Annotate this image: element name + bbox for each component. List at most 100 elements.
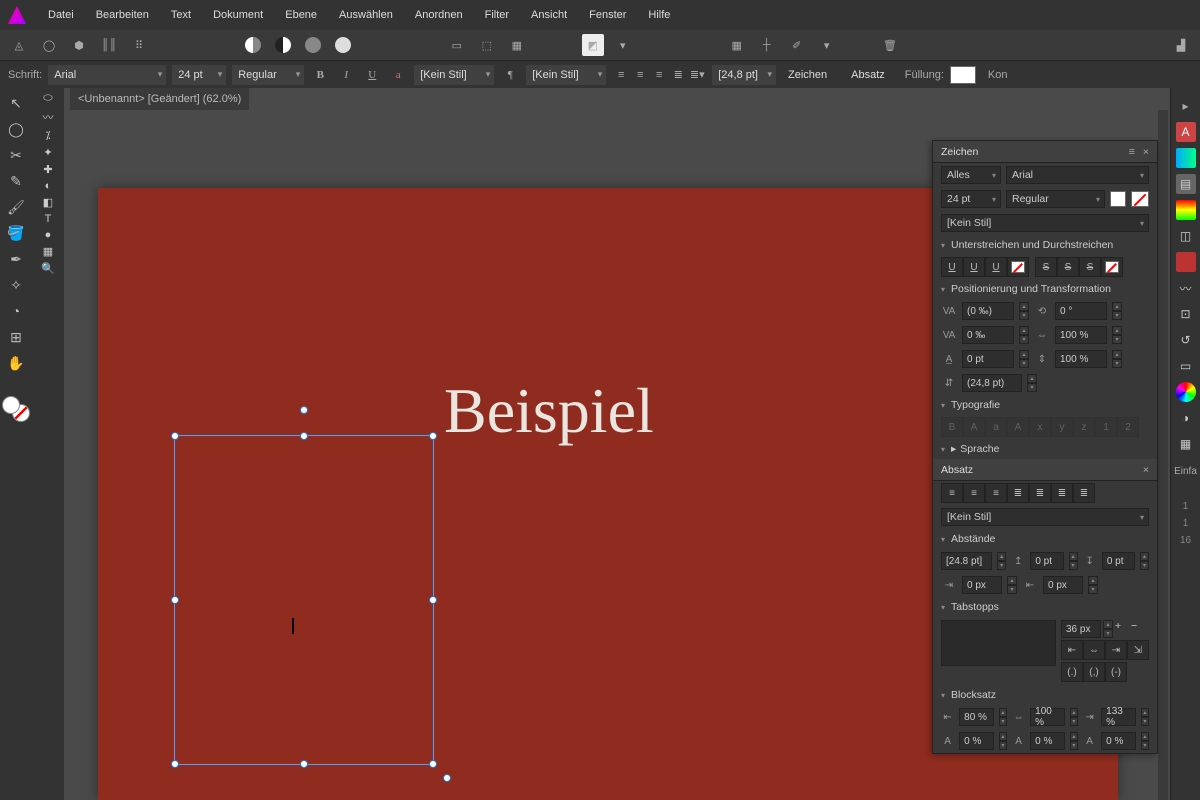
studio-tab-icon[interactable]: ▸ bbox=[1176, 96, 1196, 116]
para-justify-left[interactable]: ≣ bbox=[1007, 483, 1029, 503]
para-leading-field[interactable]: [24.8 pt] bbox=[941, 552, 992, 570]
baseline-spinner[interactable]: ▴▾ bbox=[1019, 350, 1029, 368]
menu-anordnen[interactable]: Anordnen bbox=[415, 9, 463, 21]
persona-develop-icon[interactable]: ⬢ bbox=[68, 34, 90, 56]
align-center-button[interactable]: ≡ bbox=[631, 67, 649, 83]
absatz-close-icon[interactable]: × bbox=[1143, 464, 1149, 476]
grid-tool[interactable]: ▦ bbox=[43, 245, 53, 258]
canvas-area[interactable]: <Unbenannt> [Geändert] (62.0%) × Beispie… bbox=[64, 88, 1200, 800]
para-style-dropdown[interactable]: [Kein Stil] bbox=[526, 65, 606, 85]
guides-icon[interactable]: ┼ bbox=[756, 34, 778, 56]
absatz-panel-header[interactable]: Absatz × bbox=[933, 459, 1157, 481]
healing-tool[interactable]: ✚ bbox=[43, 163, 52, 176]
menu-filter[interactable]: Filter bbox=[485, 9, 509, 21]
char-style-icon[interactable]: a bbox=[388, 65, 408, 85]
para-align-left[interactable]: ≡ bbox=[941, 483, 963, 503]
persona-export-icon[interactable]: ⠿ bbox=[128, 34, 150, 56]
persona-liquify-icon[interactable]: ◯ bbox=[38, 34, 60, 56]
font-weight-dropdown[interactable]: Regular bbox=[232, 65, 304, 85]
bold-button[interactable]: B bbox=[310, 65, 330, 85]
crop-icon[interactable]: ◩ bbox=[582, 34, 604, 56]
panel-size-dropdown[interactable]: 24 pt bbox=[941, 190, 1001, 208]
swatches-studio-icon[interactable] bbox=[1176, 148, 1196, 168]
document-tab[interactable]: <Unbenannt> [Geändert] (62.0%) bbox=[70, 88, 249, 110]
persona-photo-icon[interactable]: ◬ bbox=[8, 34, 30, 56]
selection-brush-tool[interactable]: 〰 bbox=[43, 109, 54, 125]
menu-datei[interactable]: Datei bbox=[48, 9, 74, 21]
color-studio-icon[interactable]: A bbox=[1176, 122, 1196, 142]
zeichen-panel-link[interactable]: Zeichen bbox=[788, 69, 827, 81]
align-justify-button[interactable]: ≣ bbox=[669, 67, 687, 83]
indent-left-field[interactable]: 0 px bbox=[962, 576, 1002, 594]
underline-double-button[interactable]: U bbox=[963, 257, 985, 277]
space-before-field[interactable]: 0 pt bbox=[1030, 552, 1063, 570]
move-tool[interactable]: ↖ bbox=[4, 92, 28, 114]
kerning-spinner[interactable]: ▴▾ bbox=[1019, 302, 1029, 320]
para-align-center[interactable]: ≡ bbox=[963, 483, 985, 503]
mesh-tool[interactable]: ⊞ bbox=[4, 326, 28, 348]
crop-tool[interactable]: ✂ bbox=[4, 144, 28, 166]
color-wells[interactable] bbox=[2, 396, 30, 422]
panel-toggle-icon[interactable]: ▟ bbox=[1170, 34, 1192, 56]
zeichen-panel-header[interactable]: Zeichen ≡× bbox=[933, 141, 1157, 163]
resize-handle-ml[interactable] bbox=[171, 596, 179, 604]
hscale-field[interactable]: 100 % bbox=[1055, 326, 1107, 344]
trash-icon[interactable]: 🗑 bbox=[879, 34, 901, 56]
para-justify-right[interactable]: ≣ bbox=[1051, 483, 1073, 503]
hscale-spinner[interactable]: ▴▾ bbox=[1112, 326, 1122, 344]
styles-studio-icon[interactable]: 〰 bbox=[1176, 278, 1196, 298]
position-section[interactable]: Positionierung und Transformation bbox=[933, 279, 1157, 299]
font-category-dropdown[interactable]: Alles bbox=[941, 166, 1001, 184]
dropdown-caret-icon[interactable]: ▾ bbox=[816, 34, 838, 56]
dropdown-caret-icon[interactable]: ▾ bbox=[612, 34, 634, 56]
overflow-handle[interactable] bbox=[443, 774, 451, 782]
para-style-dropdown[interactable]: [Kein Stil] bbox=[941, 508, 1149, 526]
strike-style-button[interactable]: S bbox=[1079, 257, 1101, 277]
resize-handle-tm[interactable] bbox=[300, 432, 308, 440]
baseline-field[interactable]: 0 pt bbox=[962, 350, 1014, 368]
history-studio-icon[interactable]: ↺ bbox=[1176, 330, 1196, 350]
vector-tool[interactable]: ✒ bbox=[4, 248, 28, 270]
rotate-spinner[interactable]: ▴▾ bbox=[1112, 302, 1122, 320]
tab-value-field[interactable]: 36 px bbox=[1061, 620, 1101, 638]
panel-font-dropdown[interactable]: Arial bbox=[1006, 166, 1149, 184]
zoom-tool[interactable]: 🔍 bbox=[41, 262, 55, 275]
para-align-right[interactable]: ≡ bbox=[985, 483, 1007, 503]
quick-mask-icon[interactable]: ▦ bbox=[506, 34, 528, 56]
brushes-studio-icon[interactable]: ▤ bbox=[1176, 174, 1196, 194]
frame-text-tool[interactable]: T bbox=[45, 213, 52, 225]
panel-menu-icon[interactable]: ≡ bbox=[1129, 146, 1135, 158]
gray-circle-icon[interactable] bbox=[302, 34, 324, 56]
para-justify-all[interactable]: ≣ bbox=[1073, 483, 1095, 503]
menu-ebene[interactable]: Ebene bbox=[285, 9, 317, 21]
persona-tone-icon[interactable]: ║║ bbox=[98, 34, 120, 56]
underline-color-button[interactable] bbox=[1007, 257, 1029, 277]
channels-studio-icon[interactable]: ▦ bbox=[1176, 434, 1196, 454]
panel-weight-dropdown[interactable]: Regular bbox=[1006, 190, 1105, 208]
tracking-field[interactable]: 0 ‰ bbox=[962, 326, 1014, 344]
brush-tool[interactable]: 🖌 bbox=[4, 196, 28, 218]
layers-studio-icon[interactable]: ◫ bbox=[1176, 226, 1196, 246]
menu-hilfe[interactable]: Hilfe bbox=[648, 9, 670, 21]
underline-style-button[interactable]: U bbox=[985, 257, 1007, 277]
underline-single-button[interactable]: U bbox=[941, 257, 963, 277]
align-justify-all-button[interactable]: ≣▾ bbox=[688, 67, 706, 83]
tab-add-button[interactable]: + bbox=[1115, 620, 1129, 638]
white-circle-icon[interactable] bbox=[332, 34, 354, 56]
resize-handle-mr[interactable] bbox=[429, 596, 437, 604]
pen-tool[interactable]: ✎ bbox=[4, 170, 28, 192]
panel-char-style-dropdown[interactable]: [Kein Stil] bbox=[941, 214, 1149, 232]
resize-handle-bm[interactable] bbox=[300, 760, 308, 768]
fill-color-swatch[interactable] bbox=[950, 66, 976, 84]
para-justify-center[interactable]: ≣ bbox=[1029, 483, 1051, 503]
tab-remove-button[interactable]: − bbox=[1131, 620, 1145, 638]
para-style-icon[interactable]: ¶ bbox=[500, 65, 520, 85]
panel-leading-field[interactable]: (24,8 pt) bbox=[962, 374, 1022, 392]
panel-close-icon[interactable]: × bbox=[1143, 146, 1149, 158]
resize-handle-bl[interactable] bbox=[171, 760, 179, 768]
justify-section[interactable]: Blocksatz bbox=[933, 685, 1157, 705]
menu-ansicht[interactable]: Ansicht bbox=[531, 9, 567, 21]
vscale-field[interactable]: 100 % bbox=[1055, 350, 1107, 368]
align-right-button[interactable]: ≡ bbox=[650, 67, 668, 83]
char-style-dropdown[interactable]: [Kein Stil] bbox=[414, 65, 494, 85]
